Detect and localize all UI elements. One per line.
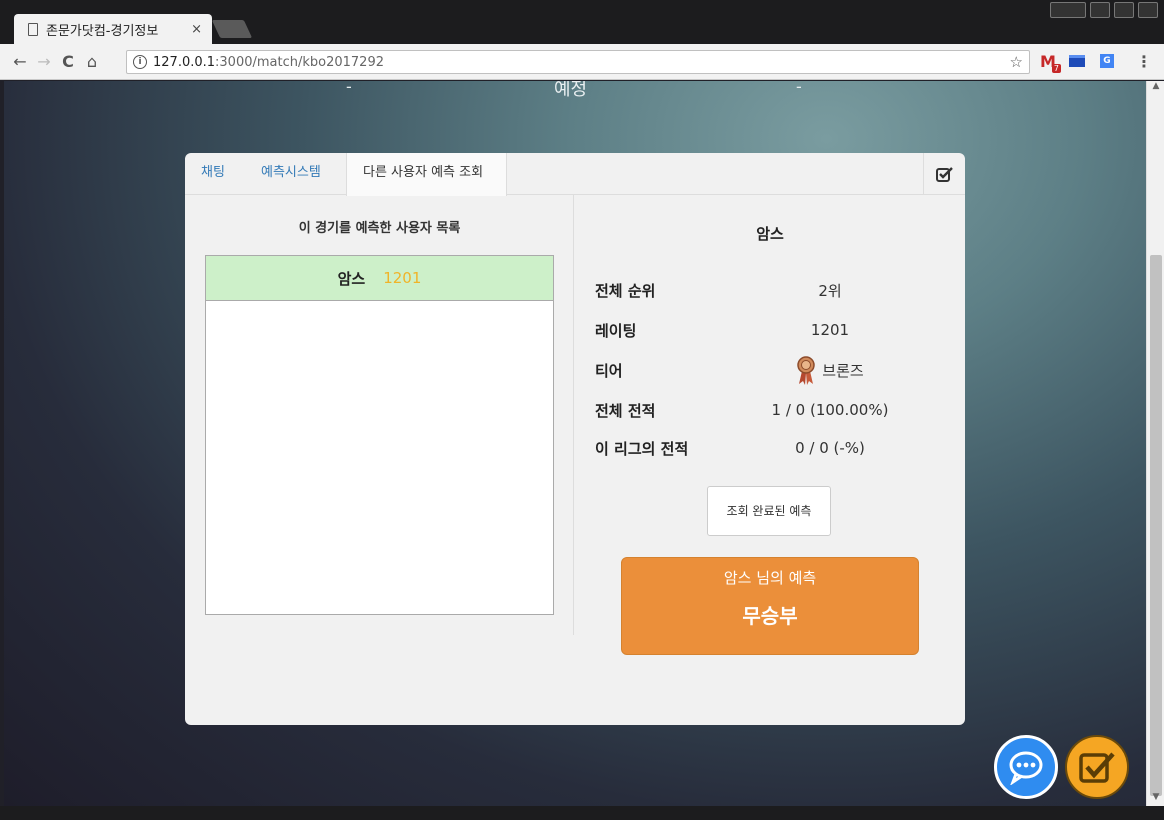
tab-checkbox[interactable] — [923, 153, 965, 195]
stat-value: 0 / 0 (-%) — [795, 439, 865, 457]
browser-tab-title: 존문가닷컴-경기정보 — [46, 23, 159, 39]
check-fab-button[interactable] — [1065, 735, 1129, 799]
close-tab-icon[interactable]: × — [191, 22, 202, 37]
predictor-list-section: 이 경기를 예측한 사용자 목록 암스 1201 — [185, 195, 574, 635]
away-score-dash: - — [796, 81, 802, 96]
list-title: 이 경기를 예측한 사용자 목록 — [298, 221, 461, 236]
bookmark-star-icon[interactable]: ☆ — [1010, 53, 1023, 71]
forward-icon[interactable]: → — [32, 52, 56, 71]
extension-icon[interactable] — [1068, 52, 1086, 70]
panel-tabs: 채팅 예측시스템 다른 사용자 예측 조회 — [185, 153, 965, 196]
document-icon — [28, 22, 38, 36]
prediction-caption: 암스 님의 예측 — [723, 569, 817, 587]
user-rating: 1201 — [383, 269, 422, 287]
stat-label: 티어 — [595, 361, 623, 380]
tab-chat[interactable]: 채팅 — [185, 153, 241, 195]
reload-icon[interactable]: C — [56, 52, 80, 71]
stat-value: 2위 — [818, 281, 842, 300]
speech-bubble-icon — [1009, 751, 1043, 785]
scroll-up-icon[interactable]: ▲ — [1150, 81, 1162, 93]
stat-rating: 레이팅 1201 — [595, 319, 965, 341]
gmail-extension-icon[interactable]: M7 — [1037, 52, 1061, 73]
prediction-panel: 채팅 예측시스템 다른 사용자 예측 조회 이 경기를 예측한 사용자 목록 암… — [185, 153, 965, 725]
back-icon[interactable]: ← — [8, 52, 32, 71]
stat-label: 레이팅 — [595, 321, 637, 340]
viewed-prediction-button[interactable]: 조회 완료된 예측 — [707, 486, 831, 536]
bronze-medal-icon — [797, 356, 816, 385]
browser-menu-icon[interactable]: ⋮ — [1136, 52, 1152, 71]
stat-value: 1 / 0 (100.00%) — [771, 401, 889, 419]
predictor-list: 암스 1201 — [205, 255, 554, 615]
home-score-dash: - — [346, 81, 352, 96]
browser-toolbar: ← → C ⌂ i 127.0.0.1:3000/match/kbo201729… — [0, 44, 1164, 80]
prediction-result: 무승부 — [742, 604, 798, 628]
page-viewport: - 예정 - 채팅 예측시스템 다른 사용자 예측 조회 이 경기를 예측한 사… — [4, 81, 1146, 806]
chat-fab-button[interactable] — [994, 735, 1058, 799]
url-host: 127.0.0.1 — [153, 54, 216, 70]
stat-value-tier: 브론즈 — [725, 355, 935, 385]
match-status: 예정 — [554, 81, 588, 100]
prediction-result-box: 암스 님의 예측 무승부 — [621, 557, 919, 655]
gmail-badge: 7 — [1051, 64, 1061, 73]
new-tab-button[interactable] — [211, 20, 253, 38]
stat-label: 이 리그의 전적 — [595, 439, 689, 458]
stat-value: 1201 — [810, 321, 850, 339]
checkbox-icon — [1079, 752, 1115, 783]
tab-other-predictions[interactable]: 다른 사용자 예측 조회 — [346, 153, 507, 196]
list-item[interactable]: 암스 1201 — [206, 256, 553, 301]
checkbox-icon — [935, 167, 953, 182]
stat-label: 전체 전적 — [595, 401, 656, 420]
scroll-down-icon[interactable]: ▼ — [1150, 792, 1162, 804]
home-icon[interactable]: ⌂ — [80, 52, 104, 71]
stat-label: 전체 순위 — [595, 281, 656, 300]
stat-total-record: 전체 전적 1 / 0 (100.00%) — [595, 399, 965, 421]
close-window-button[interactable] — [1138, 2, 1158, 18]
window-bottom-edge — [0, 806, 1164, 820]
user-detail-section: 암스 전체 순위 2위 레이팅 1201 티어 브론즈 전체 전적 1 / 0 … — [575, 195, 965, 655]
detail-user-name: 암스 — [756, 225, 784, 243]
stat-rank: 전체 순위 2위 — [595, 279, 965, 301]
window-menu-button[interactable] — [1050, 2, 1086, 18]
browser-tabstrip: 존문가닷컴-경기정보 × — [0, 0, 1164, 44]
browser-tab[interactable]: 존문가닷컴-경기정보 × — [14, 14, 212, 44]
translate-extension-icon[interactable]: G — [1098, 52, 1116, 70]
url-path: :3000/match/kbo2017292 — [215, 54, 384, 70]
address-bar[interactable]: i 127.0.0.1:3000/match/kbo2017292 ☆ — [126, 50, 1030, 74]
tab-prediction-system[interactable]: 예측시스템 — [245, 153, 337, 195]
window-controls — [1050, 2, 1158, 18]
tier-name: 브론즈 — [822, 361, 864, 380]
stat-tier: 티어 브론즈 — [595, 356, 965, 385]
scroll-thumb[interactable] — [1150, 255, 1162, 796]
minimize-button[interactable] — [1090, 2, 1110, 18]
info-icon[interactable]: i — [133, 55, 147, 69]
stat-league-record: 이 리그의 전적 0 / 0 (-%) — [595, 437, 965, 459]
page-scrollbar[interactable]: ▲ ▼ — [1146, 81, 1164, 806]
user-name: 암스 — [337, 269, 366, 288]
maximize-button[interactable] — [1114, 2, 1134, 18]
